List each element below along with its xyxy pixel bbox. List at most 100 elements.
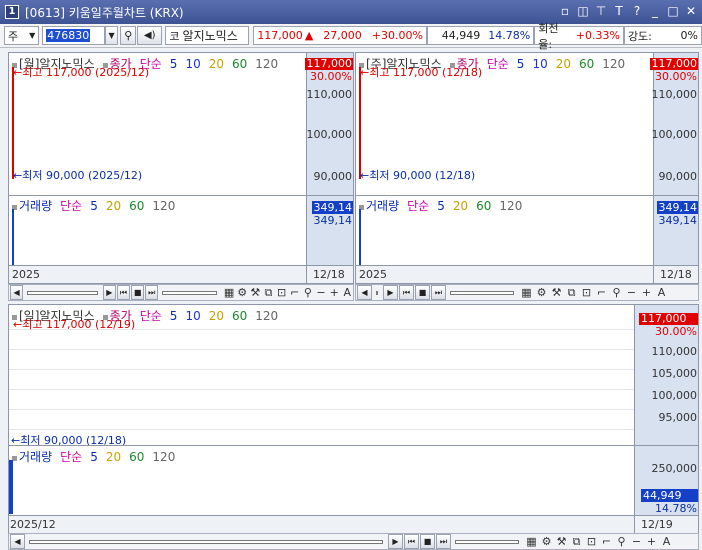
- legend-ma60: 60: [232, 308, 248, 323]
- zoom-in-button[interactable]: +: [329, 286, 340, 299]
- candle-bar: [12, 67, 14, 179]
- tools-icon[interactable]: ⚒: [550, 286, 563, 299]
- zoom-slider[interactable]: [27, 290, 98, 295]
- window-icon[interactable]: ⧉: [570, 535, 583, 548]
- tools-icon[interactable]: ⚒: [250, 286, 261, 299]
- zoom-out-button[interactable]: −: [625, 286, 638, 299]
- settings-icon[interactable]: ⚙: [535, 286, 548, 299]
- search-button[interactable]: ⚲: [120, 26, 137, 45]
- vol-legend-ma20: 20: [105, 449, 122, 464]
- stop-button[interactable]: ■: [415, 285, 430, 300]
- zoom-out-button[interactable]: −: [315, 286, 326, 299]
- zoom-slider[interactable]: [376, 290, 378, 295]
- cursor-icon[interactable]: ⌐: [289, 286, 300, 299]
- font-button[interactable]: A: [660, 535, 673, 548]
- zoom-slider[interactable]: [29, 539, 383, 544]
- chart-icon[interactable]: ⊡: [580, 286, 593, 299]
- stock-name-field[interactable]: 코 알지노믹스: [165, 26, 250, 45]
- grid-icon[interactable]: ▦: [525, 535, 538, 548]
- code-input[interactable]: 476830: [42, 26, 105, 45]
- font-button[interactable]: A: [655, 286, 668, 299]
- last-button[interactable]: ⏭: [431, 285, 446, 300]
- legend-ma120: 120: [255, 308, 279, 323]
- period-slider[interactable]: [450, 290, 514, 295]
- minimize-icon[interactable]: _: [648, 3, 662, 19]
- zoom-icon[interactable]: ⚲: [615, 535, 628, 548]
- window-icon[interactable]: ⧉: [263, 286, 274, 299]
- date-right: 12/18: [653, 266, 698, 283]
- settings-icon[interactable]: ⚙: [540, 535, 553, 548]
- font-button[interactable]: A: [342, 286, 353, 299]
- zoom-icon[interactable]: ⚲: [610, 286, 623, 299]
- vol-tag: 349,14: [311, 201, 353, 214]
- pin-icon[interactable]: ⊤: [594, 3, 608, 19]
- daily-nav-bar: ◀ ▶ ⏮ ■ ⏭ ▦ ⚙ ⚒ ⧉ ⊡ ⌐ ⚲ − + A: [8, 533, 699, 550]
- vol-legend-ma60: 60: [129, 449, 145, 464]
- daily-chart-pane[interactable]: [일]알지노믹스 종가 단순 5 10 20 60 120 ←최고 117,00…: [8, 304, 699, 534]
- change-pct: +30.00%: [371, 29, 423, 42]
- restore-a-icon[interactable]: ▫: [558, 3, 572, 19]
- cursor-icon[interactable]: ⌐: [600, 535, 613, 548]
- speaker-button[interactable]: ◀): [137, 26, 163, 45]
- vol-legend-ma20: 20: [452, 198, 469, 213]
- zoom-in-button[interactable]: +: [640, 286, 653, 299]
- tick-3: 90,000: [313, 170, 353, 183]
- grid-icon[interactable]: ▦: [520, 286, 533, 299]
- scroll-left-button[interactable]: ◀: [10, 285, 24, 300]
- first-button[interactable]: ⏮: [116, 285, 131, 300]
- next-button[interactable]: ▶: [383, 285, 398, 300]
- restore-b-icon[interactable]: ◫: [576, 3, 590, 19]
- tick-2: 105,000: [651, 367, 698, 380]
- date-left: 2025: [12, 268, 40, 281]
- stop-button[interactable]: ■: [420, 534, 435, 549]
- next-button[interactable]: ▶: [388, 534, 403, 549]
- date-left: 2025: [359, 268, 387, 281]
- monthly-chart-pane[interactable]: [월]알지노믹스 종가 단순 5 10 20 60 120 ←최고 117,00…: [8, 52, 354, 284]
- first-button[interactable]: ⏮: [399, 285, 414, 300]
- zoom-icon[interactable]: ⚲: [302, 286, 313, 299]
- zoom-out-button[interactable]: −: [630, 535, 643, 548]
- legend-ma: 단순: [139, 309, 162, 323]
- legend-ma120: 120: [255, 56, 279, 71]
- window-icon[interactable]: ⧉: [565, 286, 578, 299]
- scroll-left-button[interactable]: ◀: [10, 534, 25, 549]
- left-arrow-icon: ◀: [13, 288, 20, 297]
- first-button[interactable]: ⏮: [404, 534, 419, 549]
- zoom-in-button[interactable]: +: [645, 535, 658, 548]
- last-button[interactable]: ⏭: [436, 534, 451, 549]
- grid-icon[interactable]: ▦: [223, 286, 234, 299]
- volume-bar: [12, 209, 14, 265]
- last-button[interactable]: ⏭: [145, 285, 159, 300]
- next-button[interactable]: ▶: [102, 285, 116, 300]
- code-dropdown-button[interactable]: ▼: [104, 26, 119, 45]
- tools-icon[interactable]: ⚒: [555, 535, 568, 548]
- stop-button[interactable]: ■: [131, 285, 145, 300]
- scroll-left-button[interactable]: ◀: [357, 285, 372, 300]
- chart-icon[interactable]: ⊡: [585, 535, 598, 548]
- tick-1: 110,000: [651, 345, 698, 358]
- period-slider[interactable]: [455, 539, 519, 544]
- vol-legend-ma60: 60: [129, 198, 145, 213]
- legend-ma: 단순: [486, 57, 509, 71]
- market-select[interactable]: 주 ▼: [4, 26, 40, 45]
- close-icon[interactable]: ✕: [684, 3, 698, 19]
- pct-tag: 30.00%: [655, 70, 697, 83]
- high-note: ←최고 117,000 (2025/12): [13, 66, 150, 79]
- volume-bar: [9, 460, 13, 514]
- help-icon[interactable]: ?: [630, 3, 644, 19]
- period-slider[interactable]: [162, 290, 218, 295]
- stop-icon: ■: [423, 537, 432, 546]
- chart-icon[interactable]: ⊡: [276, 286, 287, 299]
- cursor-icon[interactable]: ⌐: [595, 286, 608, 299]
- chevron-down-icon: ▼: [108, 31, 115, 40]
- price-tag: 117,000: [649, 57, 698, 70]
- weekly-chart-pane[interactable]: [주]알지노믹스 종가 단순 5 10 20 60 120 ←최고 117,00…: [355, 52, 699, 284]
- forward-icon: ⏭: [434, 287, 443, 297]
- maximize-icon[interactable]: □: [666, 3, 680, 19]
- date-right: 12/18: [306, 266, 353, 283]
- settings-icon[interactable]: ⚙: [237, 286, 248, 299]
- vol-legend-name: 거래량: [19, 199, 53, 213]
- text-icon[interactable]: T: [612, 3, 626, 19]
- play-icon: ▶: [392, 537, 399, 546]
- stop-icon: ■: [418, 288, 427, 297]
